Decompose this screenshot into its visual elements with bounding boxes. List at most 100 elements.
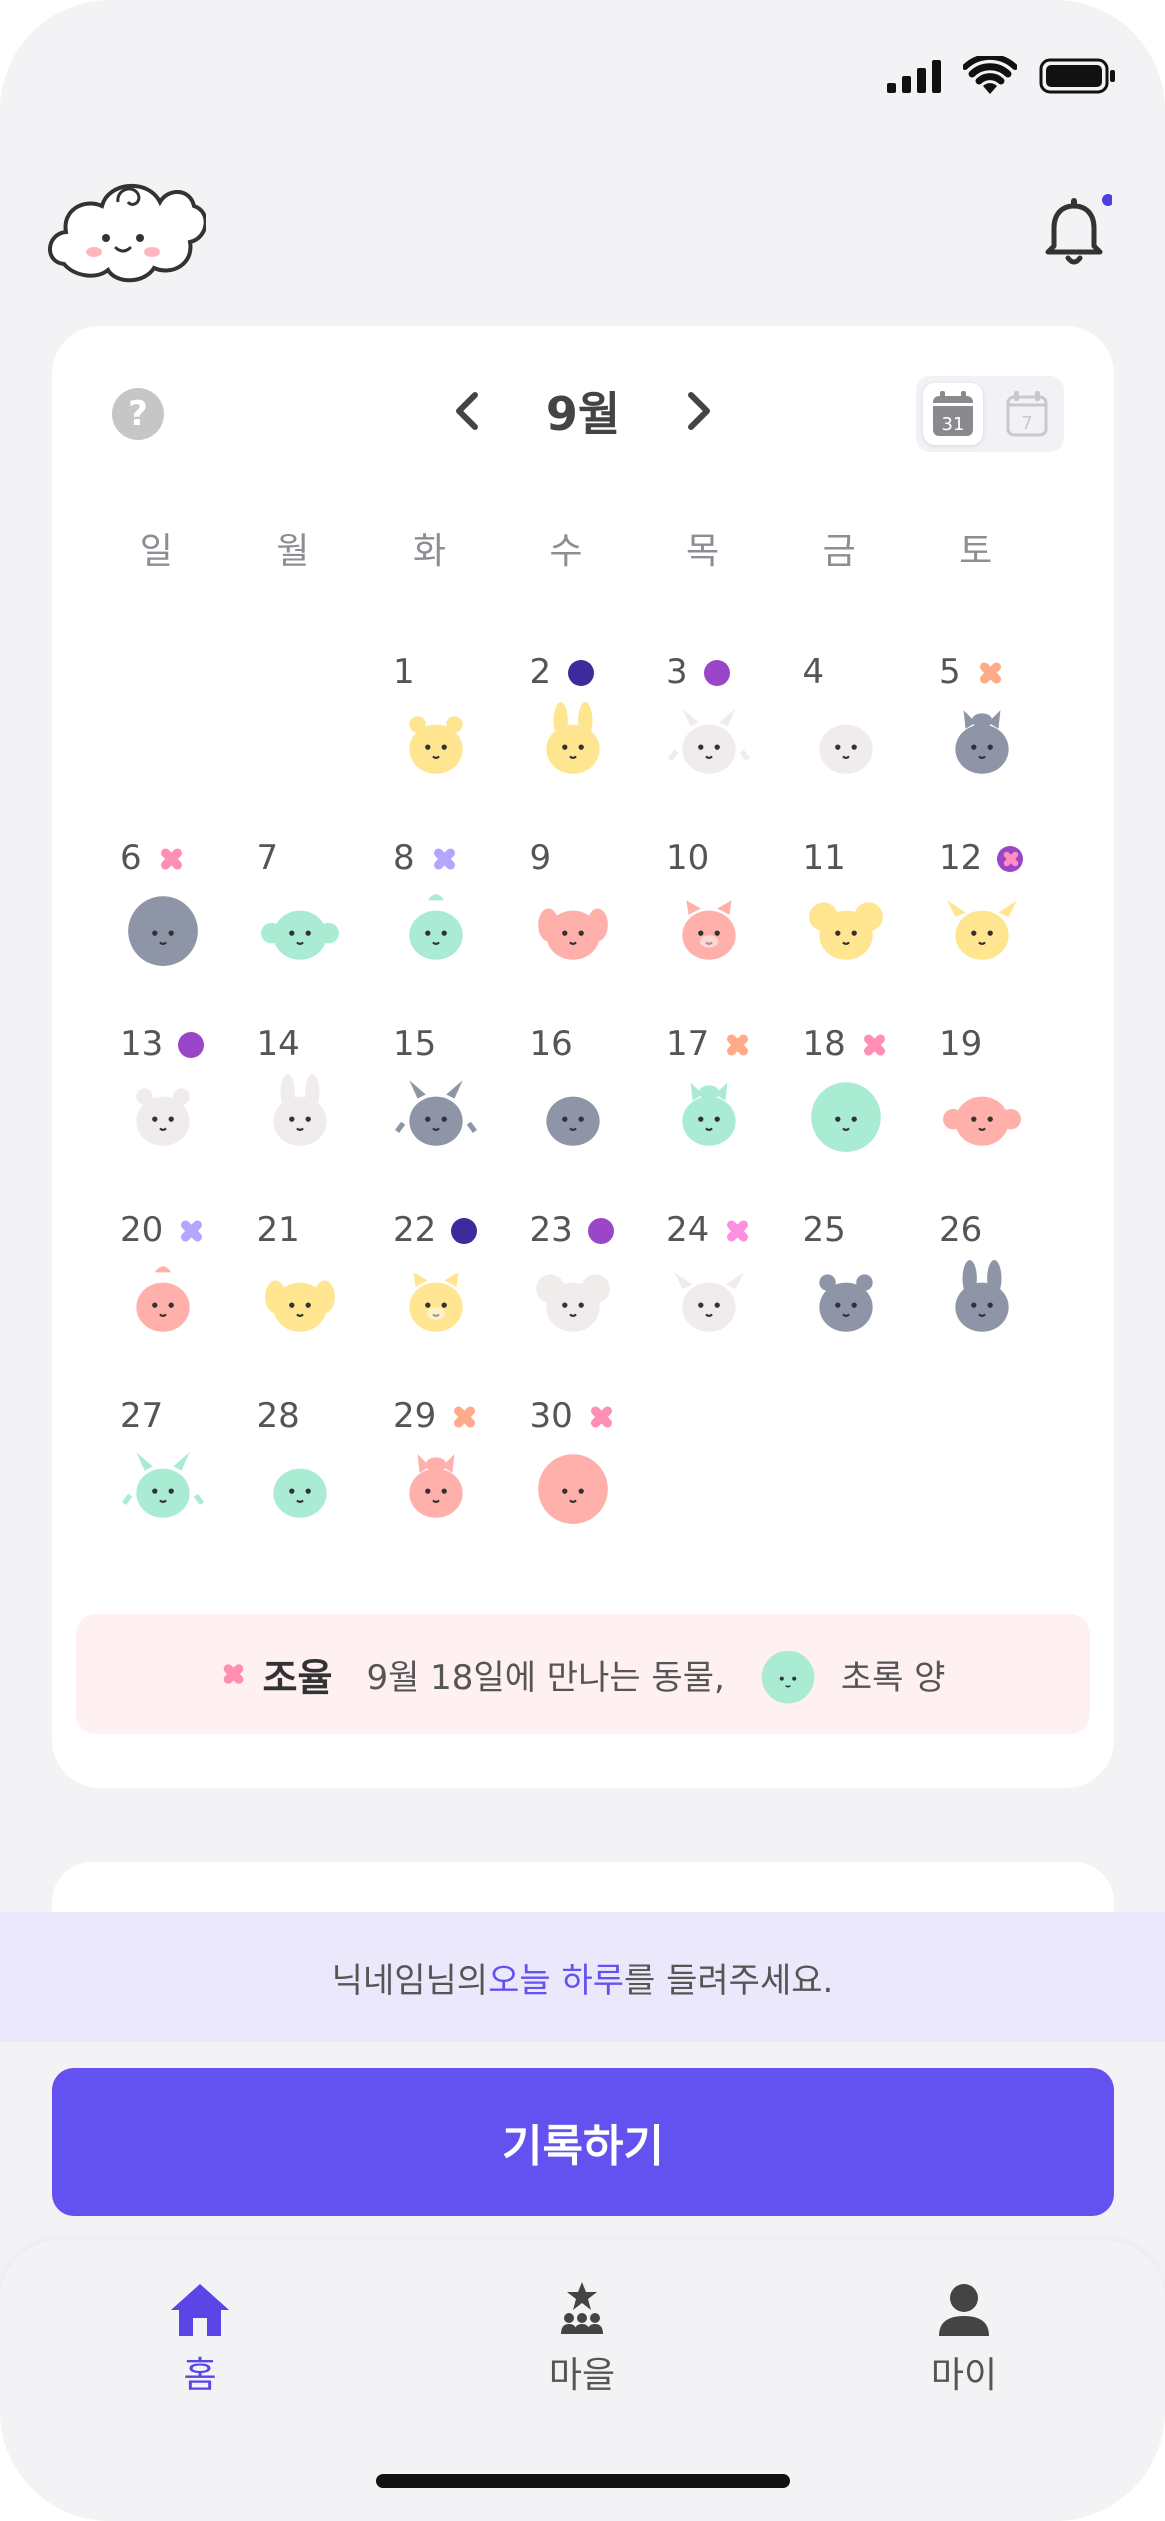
chevron-left-icon[interactable]: [447, 381, 487, 441]
day-cell[interactable]: 10: [666, 830, 803, 1016]
record-button[interactable]: 기록하기: [52, 2068, 1114, 2216]
tab-home[interactable]: 홈: [100, 2280, 300, 2398]
bell-icon[interactable]: [1040, 190, 1112, 270]
calendar-month-icon: 31: [933, 391, 973, 436]
yellow-mouse-icon: [808, 902, 883, 960]
pink-pig-icon: [682, 900, 736, 960]
svg-text:31: 31: [942, 414, 965, 435]
home-icon: [171, 2284, 229, 2336]
day-cell[interactable]: 19: [939, 1016, 1076, 1202]
pink-cross-mark-icon: [158, 846, 184, 872]
gray-tiger-icon: [818, 1274, 873, 1332]
weekday-label: 수: [549, 531, 583, 572]
month-view-button[interactable]: 31: [923, 383, 983, 445]
day-cell[interactable]: 4: [803, 644, 940, 830]
day-cell[interactable]: 25: [803, 1202, 940, 1388]
white-snake-icon: [818, 724, 873, 774]
day-number: 15: [393, 1024, 437, 1064]
yellow-ox-icon: [947, 900, 1017, 960]
day-cell[interactable]: 13: [120, 1016, 257, 1202]
day-cell[interactable]: 22: [393, 1202, 530, 1388]
day-cell[interactable]: 27: [120, 1388, 257, 1574]
battery-icon: [1039, 58, 1115, 94]
day-cell[interactable]: 30: [530, 1388, 667, 1574]
tab-village[interactable]: 마을: [482, 2280, 682, 2398]
day-cell[interactable]: 23: [530, 1202, 667, 1388]
day-number: 30: [529, 1396, 573, 1436]
animal-name: 초록 양: [840, 1657, 946, 1698]
mint-dragon-icon: [122, 1452, 204, 1518]
yellow-rabbit-icon: [545, 702, 600, 774]
day-cell[interactable]: 9: [530, 830, 667, 1016]
cloud-mascot-logo: [48, 184, 206, 283]
calendar-grid: 1 2 3 4 5 6 7 8 9 10 11 12 13 14 15 16 17 18 19 20 21 22 23 24 2…: [120, 644, 1076, 1574]
pink-horse-icon: [409, 1454, 463, 1518]
day-number: 11: [802, 838, 846, 878]
chevron-right-icon[interactable]: [679, 381, 719, 441]
day-number: 16: [529, 1024, 573, 1064]
yellow-pig-icon: [409, 1272, 463, 1332]
day-cell[interactable]: 28: [257, 1388, 394, 1574]
prompt-prefix: 닉네임님의: [331, 1960, 489, 2001]
day-cell[interactable]: 1: [393, 644, 530, 830]
day-cell[interactable]: 5: [939, 644, 1076, 830]
prompt-highlight: 오늘 하루: [488, 1960, 625, 2001]
day-cell[interactable]: 20: [120, 1202, 257, 1388]
pink-monkey-icon: [943, 1096, 1021, 1146]
pink-cross-mark-icon: [588, 1404, 614, 1430]
day-cell[interactable]: 8: [393, 830, 530, 1016]
day-cell[interactable]: 26: [939, 1202, 1076, 1388]
weekday-label: 화: [412, 531, 446, 572]
tab-my-label: 마이: [930, 2355, 998, 2396]
day-cell[interactable]: 29: [393, 1388, 530, 1574]
white-mouse-icon: [535, 1274, 610, 1332]
day-number: 6: [120, 838, 142, 878]
pink-rooster-icon: [136, 1266, 190, 1332]
today-prompt: 닉네임님의 오늘 하루 를 들려주세요.: [0, 1912, 1165, 2042]
day-cell[interactable]: 15: [393, 1016, 530, 1202]
weekday-label: 목: [686, 531, 720, 572]
day-cell[interactable]: 6: [120, 830, 257, 1016]
day-number: 28: [256, 1396, 300, 1436]
purple-dot-mark-icon: [178, 1032, 204, 1058]
day-cell[interactable]: 11: [803, 830, 940, 1016]
weekday-label: 일: [139, 531, 173, 572]
phone-screen: ? 9월 31 7 일 월 화 수 목 금 토 1 2 3 4 5 6 7 8 …: [0, 0, 1165, 2521]
day-cell[interactable]: 18: [803, 1016, 940, 1202]
gray-rabbit-icon: [955, 1260, 1009, 1332]
day-cell[interactable]: 12: [939, 830, 1076, 1016]
weekday-header: 일월화수목금토: [88, 522, 1044, 574]
mint-horse-icon: [682, 1082, 736, 1146]
day-number: 19: [939, 1024, 983, 1064]
day-number: 29: [393, 1396, 437, 1436]
week-view-button[interactable]: 7: [997, 383, 1057, 445]
day-cell[interactable]: 7: [257, 830, 394, 1016]
pink-dog-icon: [537, 908, 608, 960]
day-cell[interactable]: 16: [530, 1016, 667, 1202]
day-cell[interactable]: 14: [257, 1016, 394, 1202]
home-indicator: [376, 2474, 790, 2488]
gray-sheep-icon: [128, 896, 198, 966]
day-number: 22: [393, 1210, 437, 1250]
day-cell[interactable]: 21: [257, 1202, 394, 1388]
white-dragon-icon: [668, 708, 750, 774]
day-cell[interactable]: 3: [666, 644, 803, 830]
day-number: 25: [802, 1210, 846, 1250]
person-icon: [939, 2284, 989, 2336]
calendar-week-icon: 7: [1006, 391, 1048, 437]
user-name: 조율: [262, 1655, 333, 1700]
day-cell[interactable]: 24: [666, 1202, 803, 1388]
lavender-cross-mark-icon: [431, 846, 457, 872]
status-bar: [887, 56, 1117, 96]
purple-ring-mark-icon: [997, 846, 1023, 872]
day-cell[interactable]: 2: [530, 644, 667, 830]
month-title: 9월: [545, 387, 621, 441]
calendar-card: ? 9월 31 7 일 월 화 수 목 금 토 1 2 3 4 5 6 7 8 …: [52, 326, 1114, 1788]
day-number: 26: [939, 1210, 983, 1250]
weekday-label: 월: [276, 531, 310, 572]
animal-date-text: 9월 18일에 만나는 동물,: [366, 1657, 725, 1698]
tab-my[interactable]: 마이: [864, 2280, 1064, 2398]
mint-sheep-icon: [810, 1082, 881, 1152]
day-number: 10: [666, 838, 710, 878]
day-cell[interactable]: 17: [666, 1016, 803, 1202]
